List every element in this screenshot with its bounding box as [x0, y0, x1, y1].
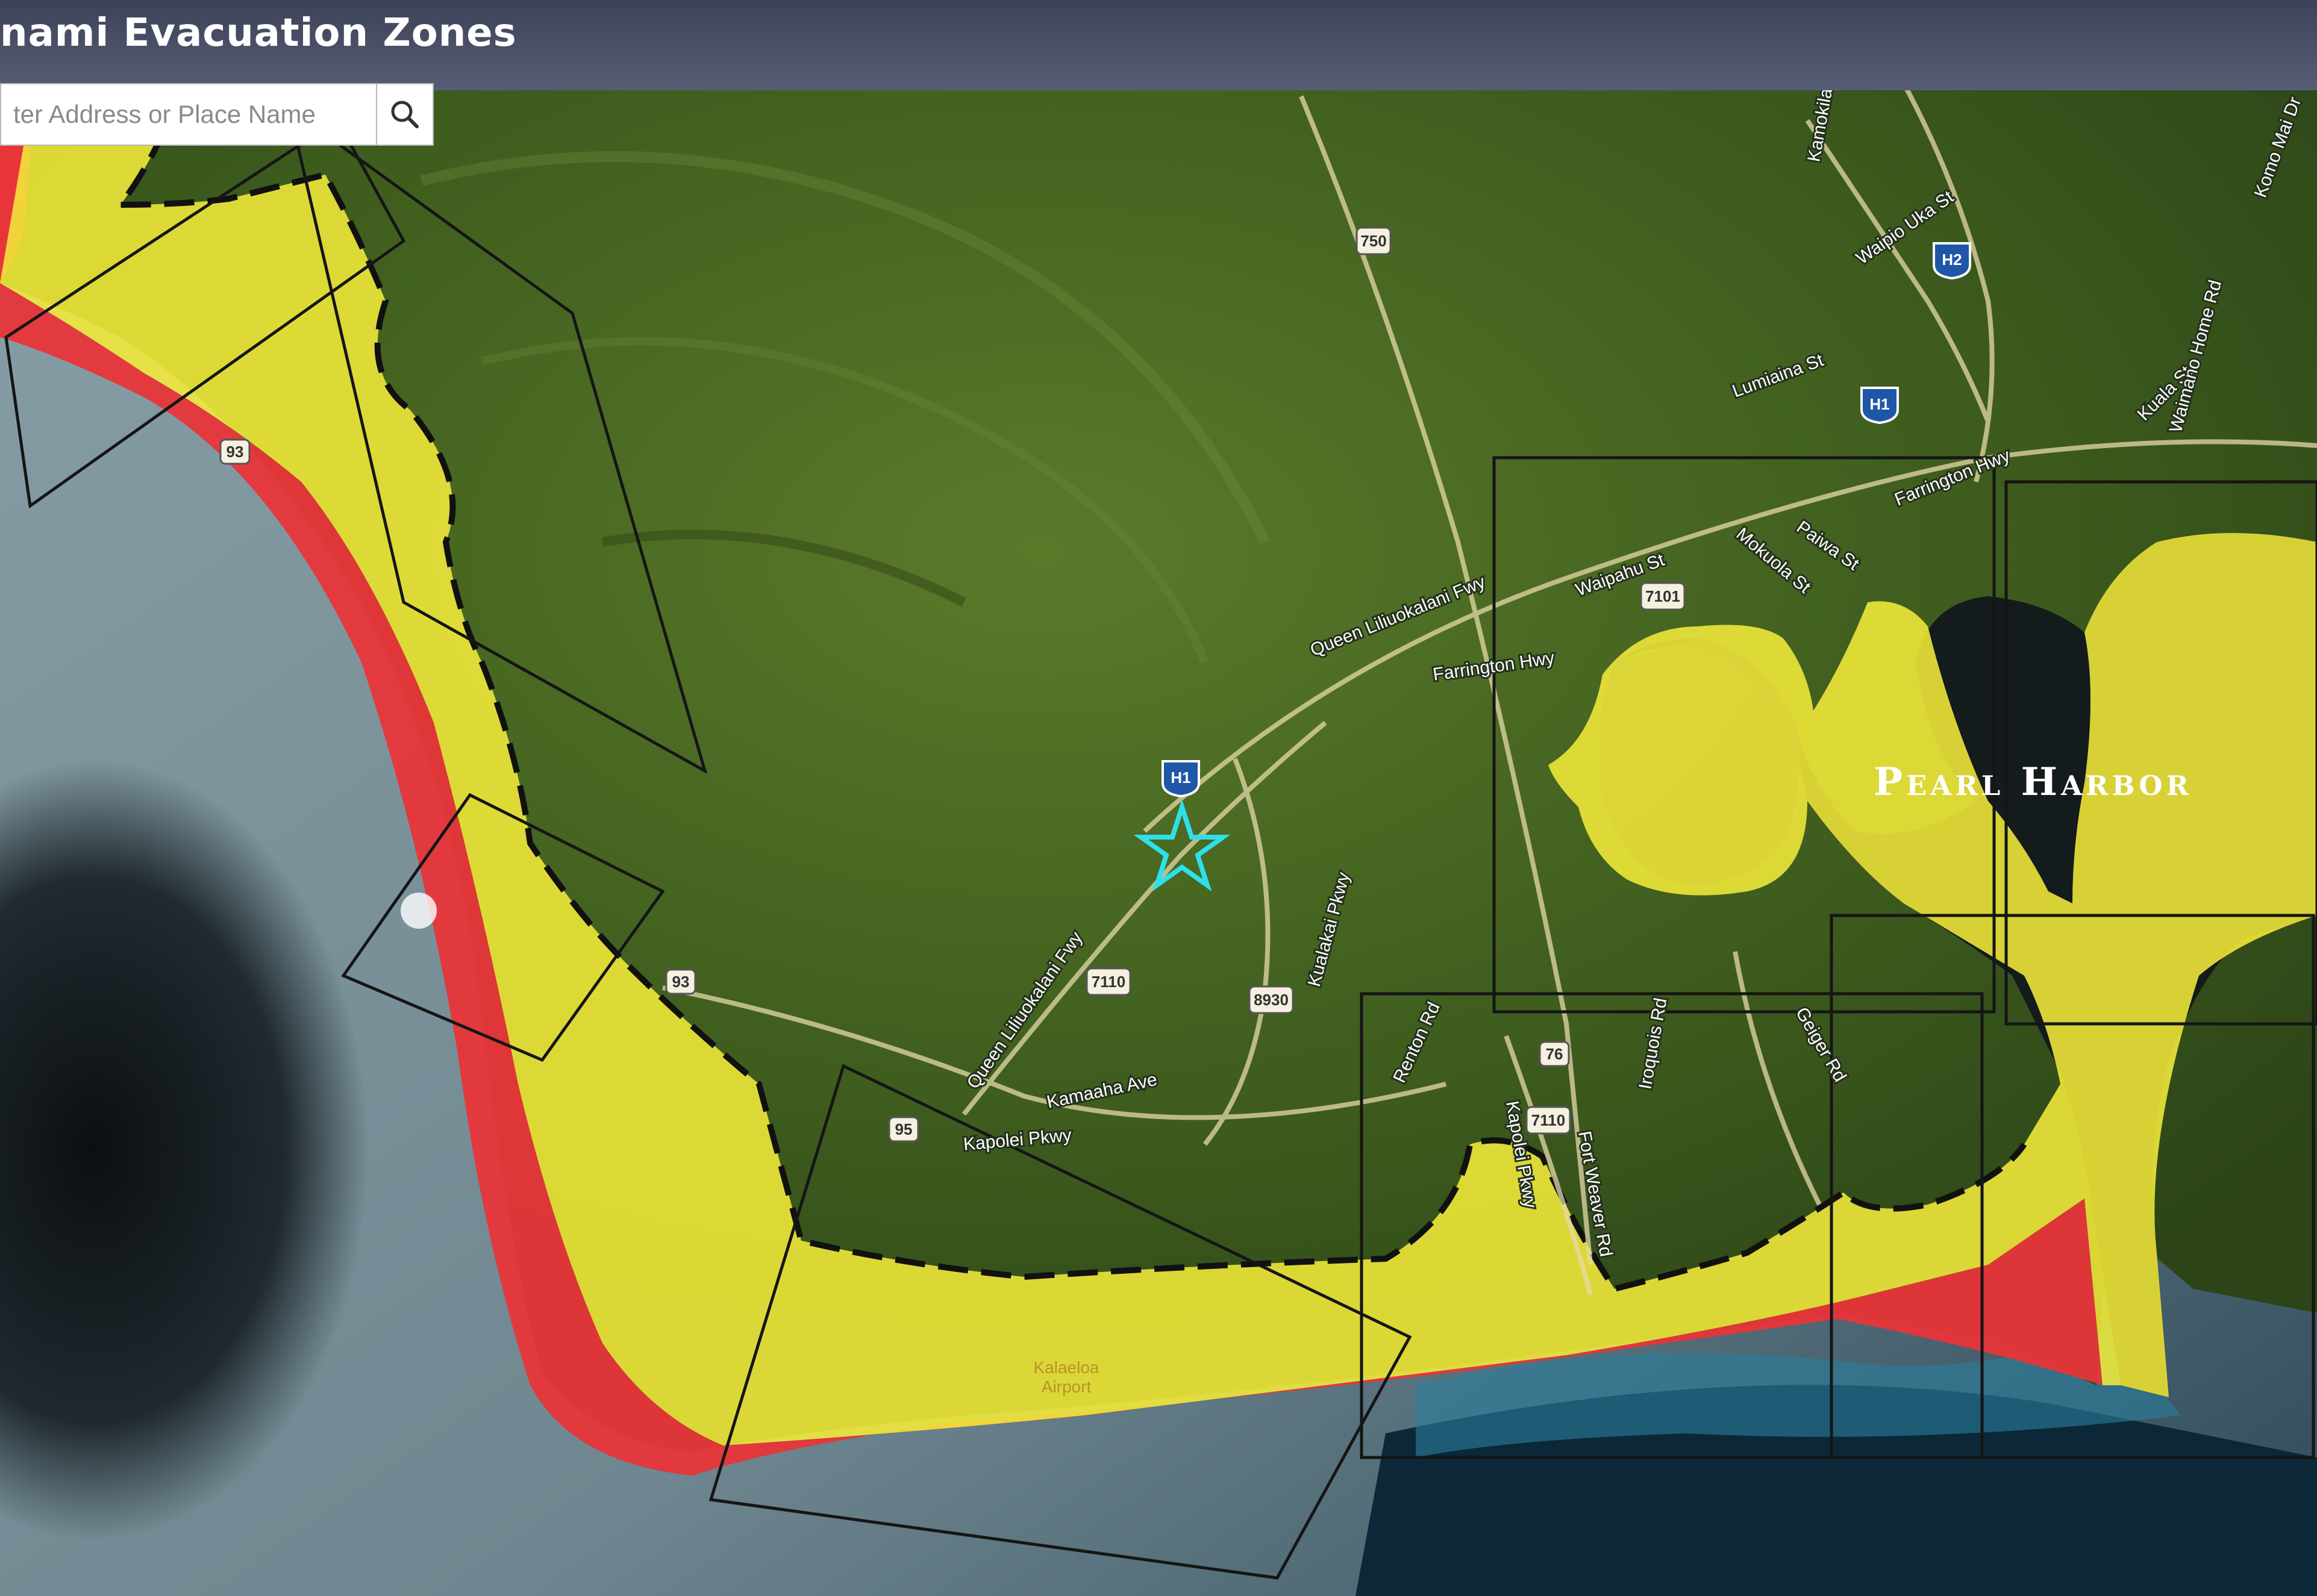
route-shield: 95: [888, 1116, 919, 1142]
route-shield: 7101: [1640, 582, 1686, 611]
svg-text:7101: 7101: [1645, 587, 1680, 605]
search-input[interactable]: [0, 83, 376, 146]
interstate-shield: H1: [1860, 387, 1899, 425]
svg-text:95: 95: [895, 1120, 913, 1138]
svg-text:7110: 7110: [1092, 973, 1125, 991]
svg-text:750: 750: [1360, 232, 1386, 250]
svg-text:H1: H1: [1171, 768, 1190, 787]
interstate-shield: H1: [1162, 760, 1200, 798]
svg-text:93: 93: [227, 443, 244, 461]
search-icon: [391, 101, 419, 128]
photo-glare: [401, 893, 437, 929]
airport-label-line: Airport: [1042, 1377, 1092, 1396]
app-title: nami Evacuation Zones: [0, 11, 517, 55]
route-shield: 76: [1539, 1041, 1570, 1067]
route-shield: 7110: [1525, 1106, 1571, 1135]
airport-label-text: Kalaeloa Airport: [1034, 1358, 1099, 1396]
photo-shadow: [0, 482, 783, 1596]
route-shield: 93: [219, 438, 251, 465]
app-header: nami Evacuation Zones: [0, 0, 2317, 90]
route-shield: 8930: [1248, 985, 1294, 1014]
address-search: [0, 83, 434, 146]
svg-text:H1: H1: [1869, 395, 1889, 413]
search-button[interactable]: [376, 83, 434, 146]
airport-label: Kalaeloa Airport: [1034, 1358, 1099, 1396]
svg-text:H2: H2: [1942, 251, 1962, 269]
pearl-harbor-label: Pearl Harbor: [1874, 759, 2192, 805]
svg-text:8930: 8930: [1254, 991, 1289, 1009]
route-shield: 7110: [1086, 967, 1131, 996]
airport-label-line: Kalaeloa: [1034, 1358, 1099, 1377]
svg-text:7110: 7110: [1531, 1111, 1565, 1129]
interstate-shield: H2: [1933, 242, 1971, 280]
evacuation-zone-map[interactable]: Queen Liliuokalani Fwy Farrington Hwy Wa…: [0, 0, 2317, 1596]
route-shield: 750: [1355, 226, 1392, 255]
svg-text:76: 76: [1546, 1045, 1563, 1063]
